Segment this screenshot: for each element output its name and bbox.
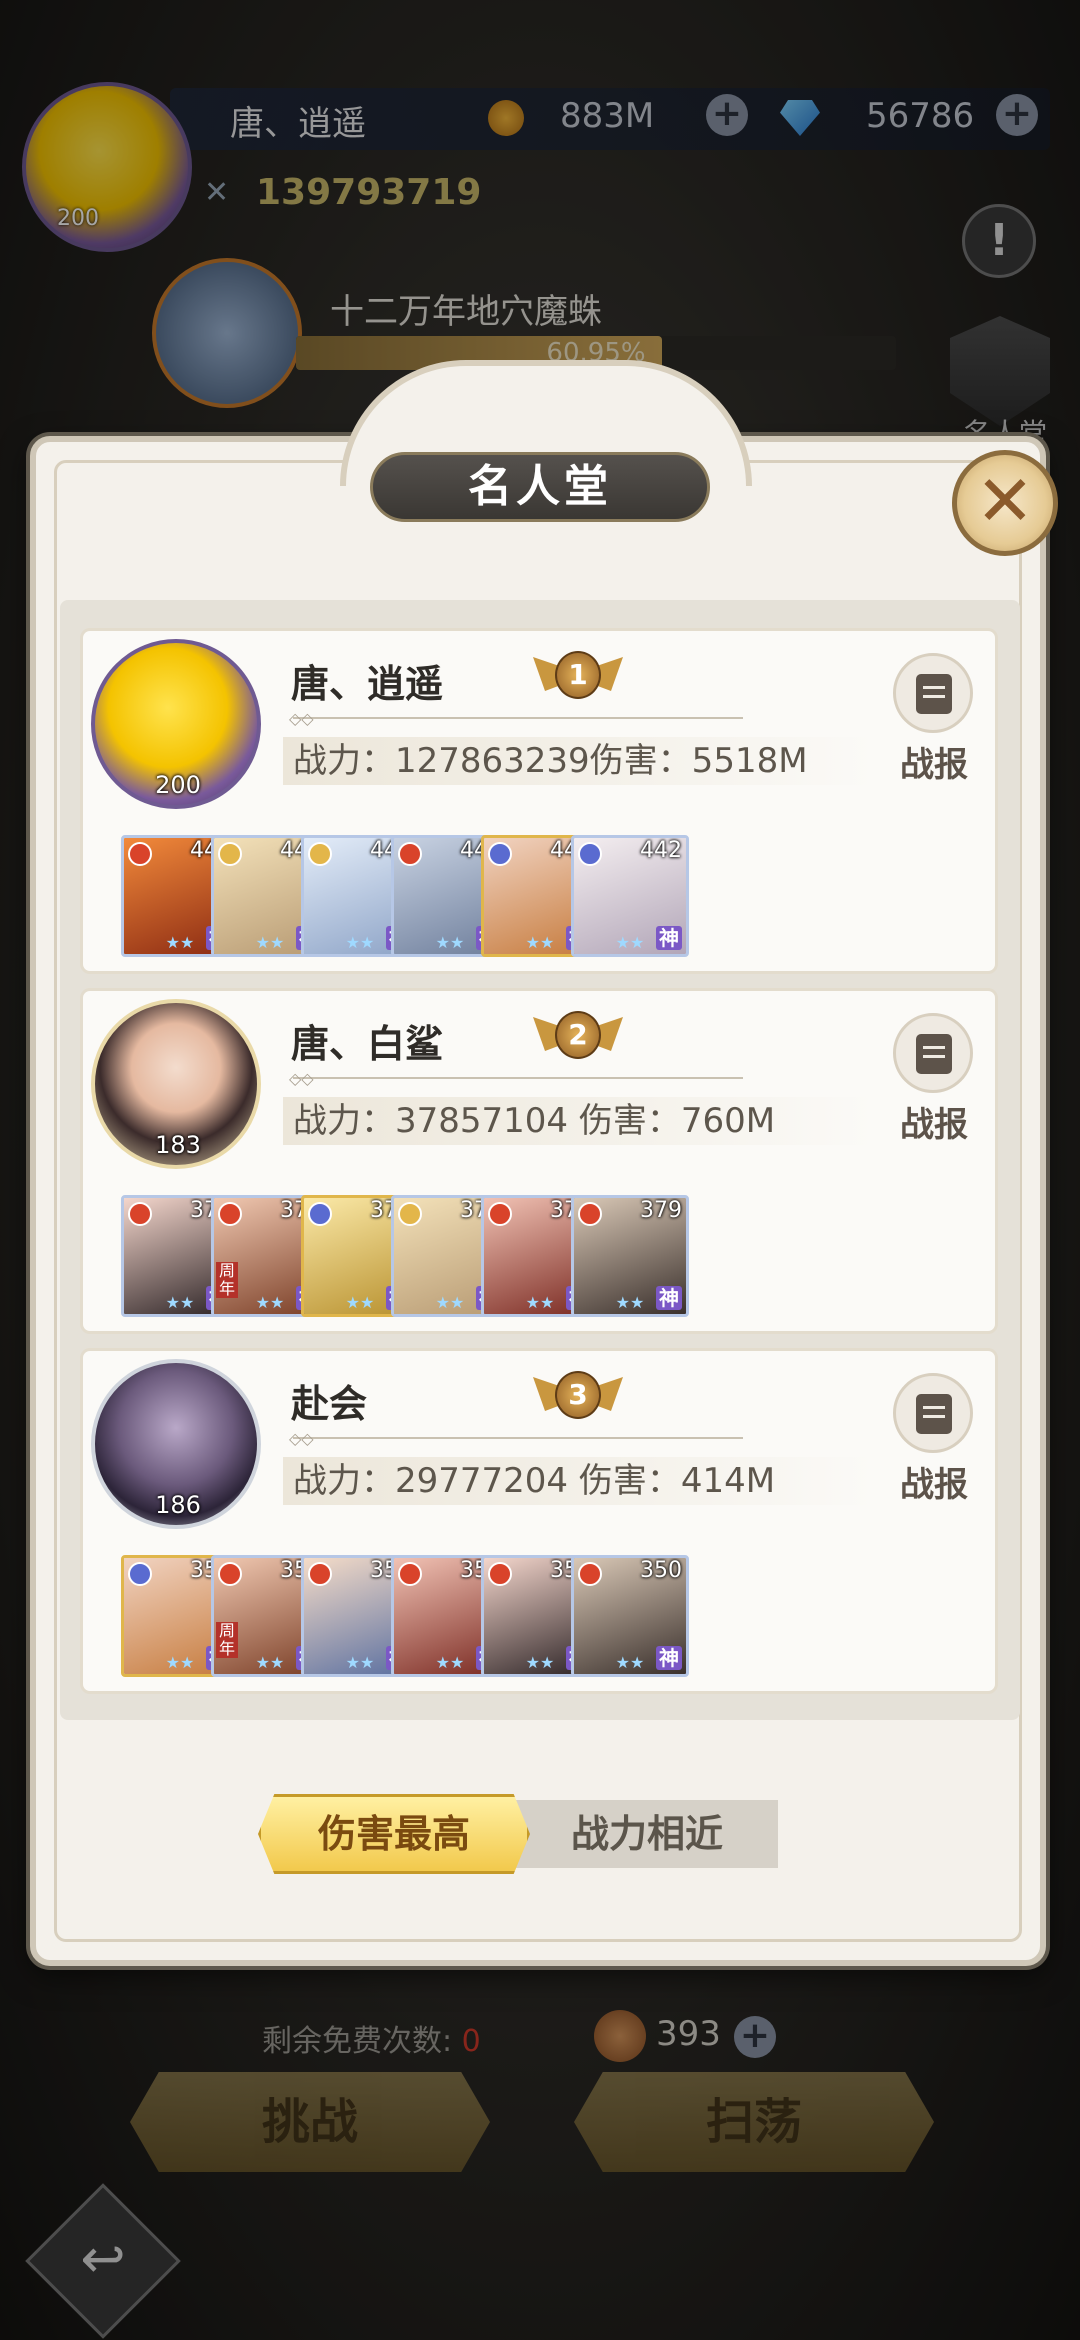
battle-report-button[interactable] <box>893 1013 973 1093</box>
rank-badge-icon: 3 <box>533 1369 623 1423</box>
hero-card[interactable]: 350 神 ★★ <box>571 1555 689 1677</box>
element-icon <box>308 1202 332 1226</box>
rank-number: 3 <box>555 1371 601 1419</box>
tab-similar-power[interactable]: 战力相近 <box>516 1800 778 1868</box>
player-level: 200 <box>155 771 201 799</box>
star-rating: ★★ <box>615 1293 645 1312</box>
element-icon <box>578 1202 602 1226</box>
entry-divider <box>293 1077 743 1079</box>
divider-ornament: ◇◇ <box>289 1069 314 1088</box>
element-icon <box>128 1562 152 1586</box>
element-icon <box>398 1562 422 1586</box>
element-icon <box>128 842 152 866</box>
divider-ornament: ◇◇ <box>289 1429 314 1448</box>
element-icon <box>488 842 512 866</box>
battle-report-button[interactable] <box>893 1373 973 1453</box>
sort-tabs: 战力相近 伤害最高 <box>258 1794 778 1874</box>
element-icon <box>308 842 332 866</box>
element-icon <box>578 842 602 866</box>
element-icon <box>128 1202 152 1226</box>
power-damage-stats: 战力：37857104 伤害：760M <box>293 1101 776 1141</box>
player-level: 186 <box>155 1491 201 1519</box>
rank-badge-icon: 1 <box>533 649 623 703</box>
close-button[interactable]: ✕ <box>952 450 1058 556</box>
report-icon <box>916 1034 952 1074</box>
player-name: 唐、逍遥 <box>291 661 444 706</box>
battle-report-label[interactable]: 战报 <box>889 1457 979 1506</box>
battle-report-label[interactable]: 战报 <box>889 1097 979 1146</box>
element-icon <box>218 1562 242 1586</box>
star-rating: ★★ <box>615 1653 645 1672</box>
hero-card[interactable]: 442 神 ★★ <box>571 835 689 957</box>
power-damage-stats: 战力：127863239伤害：5518M <box>293 741 808 781</box>
power-damage-stats: 战力：29777204 伤害：414M <box>293 1461 776 1501</box>
rank-number: 2 <box>555 1011 601 1059</box>
element-icon <box>398 1202 422 1226</box>
battle-report-label[interactable]: 战报 <box>889 737 979 786</box>
report-icon <box>916 1394 952 1434</box>
element-icon <box>398 842 422 866</box>
close-icon: ✕ <box>975 460 1035 542</box>
tab-highest-damage[interactable]: 伤害最高 <box>258 1794 530 1874</box>
ranking-entry: 183 唐、白鲨 2 ◇◇ 战力：37857104 伤害：760M 战报 379… <box>80 988 998 1334</box>
hero-card[interactable]: 379 神 ★★ <box>571 1195 689 1317</box>
element-icon <box>308 1562 332 1586</box>
element-icon <box>488 1202 512 1226</box>
element-icon <box>578 1562 602 1586</box>
ranking-entry: 200 唐、逍遥 1 ◇◇ 战力：127863239伤害：5518M 战报 44… <box>80 628 998 974</box>
element-icon <box>218 1202 242 1226</box>
battle-report-button[interactable] <box>893 653 973 733</box>
player-name: 赴会 <box>291 1381 368 1426</box>
report-icon <box>916 674 952 714</box>
player-name: 唐、白鲨 <box>291 1021 444 1066</box>
hero-level: 442 <box>640 838 682 863</box>
element-icon <box>218 842 242 866</box>
star-rating: ★★ <box>615 933 645 952</box>
element-icon <box>488 1562 512 1586</box>
rank-number: 1 <box>555 651 601 699</box>
player-level: 183 <box>155 1131 201 1159</box>
hero-level: 379 <box>640 1198 682 1223</box>
ranking-entry: 186 赴会 3 ◇◇ 战力：29777204 伤害：414M 战报 350 神… <box>80 1348 998 1694</box>
entry-divider <box>293 1437 743 1439</box>
dialog-title: 名人堂 <box>370 452 710 522</box>
hero-level: 350 <box>640 1558 682 1583</box>
divider-ornament: ◇◇ <box>289 709 314 728</box>
entry-divider <box>293 717 743 719</box>
rank-badge-icon: 2 <box>533 1009 623 1063</box>
